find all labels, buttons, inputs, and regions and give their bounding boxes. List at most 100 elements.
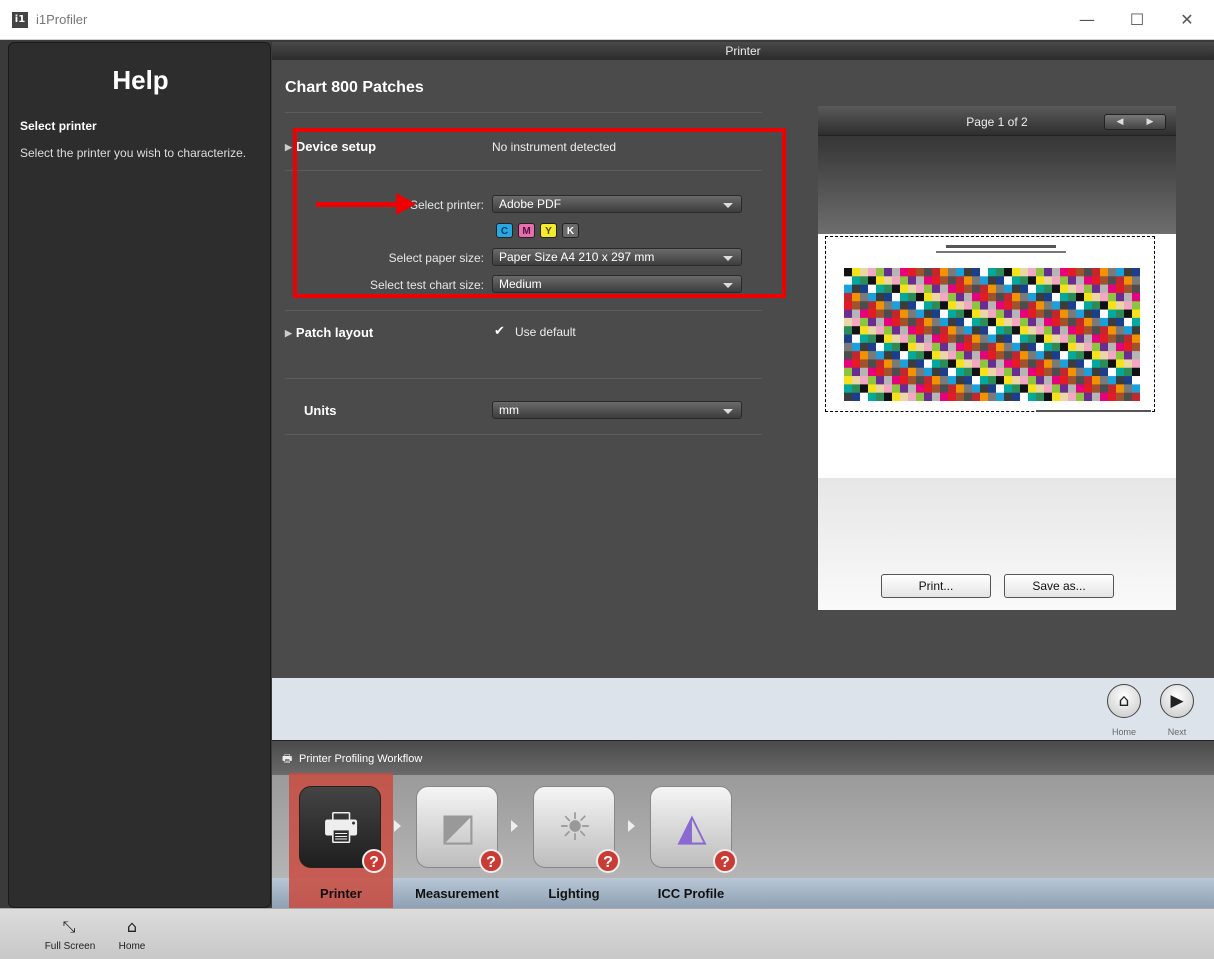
color-patch: [1084, 284, 1093, 294]
color-patch: [1076, 384, 1085, 393]
color-patch: [1012, 276, 1021, 285]
color-patch: [908, 301, 917, 310]
preview-page: [824, 234, 1170, 478]
home-button[interactable]: ⌂: [1107, 684, 1141, 718]
color-patch: [1100, 334, 1109, 344]
color-patch: [980, 334, 989, 344]
help-badge-icon: ?: [596, 849, 620, 873]
color-patch: [884, 342, 893, 352]
color-patch: [1100, 309, 1109, 319]
close-button[interactable]: ✕: [1172, 8, 1202, 32]
color-patch: [1012, 351, 1021, 360]
home-label[interactable]: Home: [112, 941, 152, 952]
color-patch: [1124, 276, 1133, 285]
color-patch: [1012, 301, 1021, 310]
color-patch: [884, 376, 893, 385]
color-patch: [1012, 334, 1021, 344]
patch-layout-toggle[interactable]: ▶ Patch layout: [285, 325, 373, 340]
color-patch: [884, 359, 893, 369]
color-patch: [1044, 268, 1053, 277]
color-patch: [924, 326, 933, 335]
color-patch: [1132, 284, 1140, 294]
color-patch: [932, 334, 941, 344]
color-patch: [1076, 351, 1085, 360]
color-patch: [844, 334, 853, 344]
home-icon[interactable]: ⌂: [122, 917, 142, 937]
maximize-button[interactable]: ☐: [1122, 8, 1152, 32]
color-patch: [1108, 301, 1117, 310]
color-patch: [1020, 317, 1029, 327]
save-as-button[interactable]: Save as...: [1004, 574, 1114, 598]
color-patch: [1108, 351, 1117, 360]
color-patch: [1076, 326, 1085, 335]
color-patch: [1124, 376, 1133, 385]
color-patch: [948, 359, 957, 369]
color-patch: [1012, 268, 1021, 277]
color-patch: [1004, 351, 1013, 360]
full-screen-icon[interactable]: ⤡: [59, 917, 79, 937]
units-dropdown[interactable]: mm: [492, 401, 742, 419]
color-patch: [980, 292, 989, 302]
color-patch: [1068, 392, 1077, 401]
color-patch: [1108, 276, 1117, 285]
color-patch: [940, 359, 949, 369]
step-icc-profile[interactable]: ◭ ?: [650, 786, 737, 873]
color-patch: [940, 342, 949, 352]
step-lighting-label: Lighting: [548, 886, 600, 901]
workflow-title: Printer Profiling Workflow: [299, 753, 423, 765]
color-patch: [1028, 351, 1037, 360]
color-patch: [996, 359, 1005, 369]
color-patch: [884, 276, 893, 285]
color-patch: [964, 351, 973, 360]
step-printer[interactable]: 🖶 ?: [299, 786, 386, 873]
color-patch: [1012, 384, 1021, 393]
next-button[interactable]: ▶: [1160, 684, 1194, 718]
color-patch: [980, 309, 989, 319]
use-default-checkbox[interactable]: ✔: [494, 325, 508, 338]
color-patch: [1116, 367, 1125, 377]
color-patch: [1028, 359, 1037, 369]
minimize-button[interactable]: —: [1072, 8, 1102, 32]
color-patch: [1012, 292, 1021, 302]
color-patch: [1084, 376, 1093, 385]
color-patch: [1108, 367, 1117, 377]
chevron-right-icon: [511, 820, 518, 832]
color-patch: [1116, 317, 1125, 327]
color-patch: [1044, 351, 1053, 360]
color-patch: [1068, 276, 1077, 285]
color-patch: [852, 292, 861, 302]
test-chart-title-mark: [946, 245, 1056, 248]
color-patch: [1004, 276, 1013, 285]
color-patch: [1108, 326, 1117, 335]
color-patch: [1060, 268, 1069, 277]
full-screen-label[interactable]: Full Screen: [38, 941, 102, 952]
divider: [285, 112, 762, 113]
color-patch: [1012, 317, 1021, 327]
previous-page-button[interactable]: ◀: [1105, 115, 1135, 129]
color-patch: [1052, 292, 1061, 302]
color-patch: [1036, 268, 1045, 277]
color-patch: [1100, 317, 1109, 327]
color-patch: [1028, 334, 1037, 344]
color-patch: [908, 376, 917, 385]
next-page-button[interactable]: ▶: [1135, 115, 1165, 129]
color-patch: [988, 276, 997, 285]
color-patch: [844, 376, 853, 385]
color-patch: [1068, 301, 1077, 310]
color-patch: [1132, 342, 1140, 352]
color-patch: [932, 376, 941, 385]
color-patch: [1132, 334, 1140, 344]
color-patch: [988, 301, 997, 310]
color-patch: [956, 359, 965, 369]
step-lighting[interactable]: ☀ ?: [533, 786, 620, 873]
color-patch: [1020, 292, 1029, 302]
color-patch: [1124, 268, 1133, 277]
color-patch: [964, 309, 973, 319]
color-patch: [908, 334, 917, 344]
print-button[interactable]: Print...: [881, 574, 991, 598]
color-patch: [932, 317, 941, 327]
color-patch: [868, 392, 877, 401]
step-measurement[interactable]: ◩ ?: [416, 786, 503, 873]
color-patch: [1116, 326, 1125, 335]
color-patch: [1052, 367, 1061, 377]
